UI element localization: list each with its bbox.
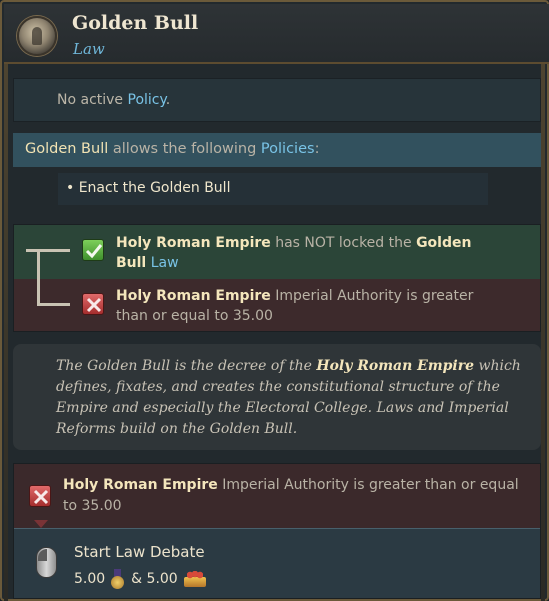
tree-connector [26,249,70,252]
frame-edge-left [4,64,8,601]
allowed-policies-text: Golden Bull allows the following Policie… [25,141,319,157]
requirement-notch [34,520,48,528]
requirement-row: Holy Roman Empire Imperial Authority is … [14,464,540,528]
condition-subject: Holy Roman Empire [116,288,271,304]
tree-connector [37,250,40,304]
cost-prestige-value: 5.00 [74,571,106,587]
conditions-panel: Holy Roman Empire has NOT locked the Gol… [13,224,541,332]
frame-edge-right [541,64,545,601]
imperial-emblem-icon [17,16,57,56]
allows-subject: Golden Bull [25,141,109,157]
condition-row-met: Holy Roman Empire has NOT locked the Gol… [14,225,540,279]
requirement-text: Holy Roman Empire Imperial Authority is … [63,475,523,517]
action-label: Start Law Debate [74,543,205,561]
page-subtitle-law-link[interactable]: Law [73,40,105,58]
active-policy-prefix: No active [57,92,128,108]
requirement-subject: Holy Roman Empire [63,477,218,493]
policy-item-label: • Enact the Golden Bull [66,180,231,196]
active-policy-panel: No active Policy. [13,78,541,122]
condition-subject: Holy Roman Empire [116,235,271,251]
condition-text-unmet: Holy Roman Empire Imperial Authority is … [116,286,496,326]
allows-suffix: : [314,141,320,157]
crown-icon [183,571,206,587]
action-panel: Holy Roman Empire Imperial Authority is … [13,463,541,599]
condition-body: has NOT locked the [270,235,417,251]
tooltip-header: Golden Bull Law [4,4,549,64]
cost-second-value: & 5.00 [131,571,178,587]
policy-list-item[interactable]: • Enact the Golden Bull [58,173,488,205]
description-emphasis: Holy Roman Empire [316,358,475,374]
condition-row-unmet: Holy Roman Empire Imperial Authority is … [14,279,540,331]
active-policy-suffix: . [165,92,171,108]
law-description-text: The Golden Bull is the decree of the Hol… [56,356,526,440]
policies-link[interactable]: Policies [261,141,315,157]
law-link[interactable]: Law [151,255,179,271]
tooltip-window: Golden Bull Law No active Policy. Golden… [0,0,549,601]
prestige-medal-icon [111,569,125,589]
mouse-left-click-icon [36,547,57,578]
page-title: Golden Bull [72,12,199,34]
condition-text-met: Holy Roman Empire has NOT locked the Gol… [116,233,496,273]
description-part: The Golden Bull is the decree of the [56,358,317,374]
cross-icon [29,485,51,507]
cross-icon [82,293,104,315]
law-description-panel: The Golden Bull is the decree of the Hol… [13,344,541,450]
action-costs: 5.00 & 5.00 [74,569,206,589]
start-law-debate-button[interactable]: Start Law Debate 5.00 & 5.00 [14,528,540,598]
tree-connector [37,303,70,306]
allows-middle: allows the following [108,141,261,157]
policy-link[interactable]: Policy [128,92,166,108]
active-policy-text: No active Policy. [57,92,170,108]
check-icon [82,239,104,261]
allowed-policies-header: Golden Bull allows the following Policie… [13,133,541,167]
